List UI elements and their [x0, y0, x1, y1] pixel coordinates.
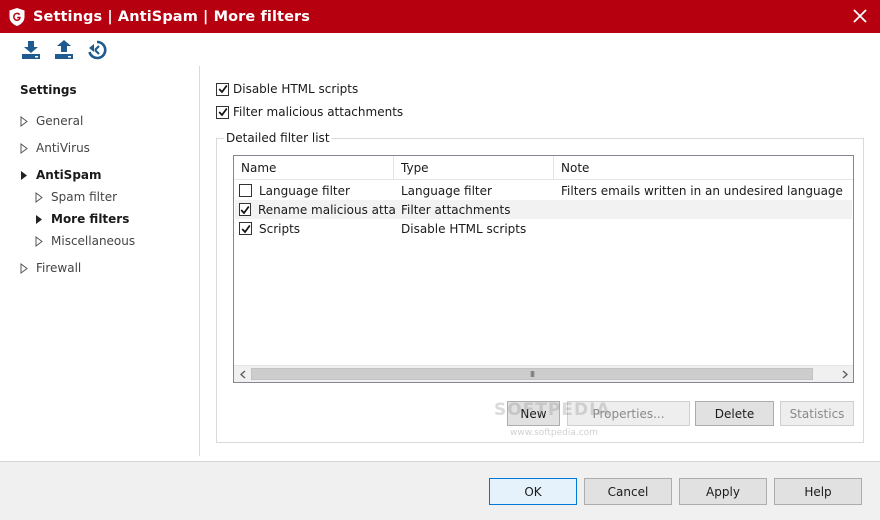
apply-button[interactable]: Apply [679, 478, 767, 505]
close-icon [853, 9, 867, 23]
sidebar-item-miscellaneous[interactable]: Miscellaneous [35, 234, 135, 248]
table-row[interactable]: Language filter Language filter Filters … [235, 181, 852, 200]
import-button[interactable] [19, 38, 43, 62]
checkmark-icon [241, 224, 250, 233]
checkmark-icon [218, 84, 227, 94]
row-checkbox[interactable] [239, 222, 252, 235]
row-name: Rename malicious attac... [258, 202, 395, 217]
sidebar-item-label: More filters [51, 212, 130, 226]
sidebar-item-general[interactable]: General [20, 114, 83, 128]
row-checkbox[interactable] [239, 203, 251, 216]
expand-arrow-icon [35, 235, 43, 247]
checkmark-icon [218, 107, 227, 117]
horizontal-scrollbar[interactable]: III [234, 365, 853, 382]
toolbar [0, 33, 880, 66]
checkmark-icon [240, 205, 250, 214]
export-button[interactable] [52, 38, 76, 62]
properties-button[interactable]: Properties... [567, 401, 690, 426]
checkbox-label: Disable HTML scripts [233, 82, 359, 96]
disable-html-scripts-checkbox[interactable]: Disable HTML scripts [216, 82, 358, 96]
statistics-button[interactable]: Statistics [780, 401, 854, 426]
dialog-footer: OK Cancel Apply Help [0, 461, 880, 520]
filter-list[interactable]: Name Type Note Language filter Language … [233, 155, 854, 383]
checkbox-label: Filter malicious attachments [233, 105, 404, 119]
scroll-right-button[interactable] [837, 367, 852, 381]
row-type: Language filter [401, 183, 492, 198]
row-note: Filters emails written in an undesired l… [561, 183, 843, 198]
column-header-name[interactable]: Name [234, 156, 394, 180]
row-type: Filter attachments [401, 202, 511, 217]
expand-arrow-icon [20, 262, 28, 274]
expanded-arrow-icon [21, 170, 27, 180]
sidebar-item-spam-filter[interactable]: Spam filter [35, 190, 117, 204]
expand-arrow-icon [35, 191, 43, 203]
sidebar-item-label: Miscellaneous [51, 234, 136, 248]
scroll-left-button[interactable] [235, 367, 250, 381]
import-icon [22, 40, 40, 59]
table-row[interactable]: Scripts Disable HTML scripts [235, 219, 852, 238]
chevron-right-icon [842, 369, 848, 379]
content-panel: Disable HTML scripts Filter malicious at… [201, 66, 880, 456]
gdata-logo-icon [9, 7, 25, 26]
checkbox-box [216, 82, 229, 96]
selected-arrow-icon [36, 214, 42, 224]
sidebar-item-antivirus[interactable]: AntiVirus [20, 141, 90, 155]
sidebar-item-label: General [36, 114, 84, 128]
export-icon [55, 39, 73, 59]
window-title: Settings | AntiSpam | More filters [33, 8, 311, 25]
restore-defaults-button[interactable] [85, 38, 109, 62]
settings-sidebar: Settings General AntiVirus AntiSpam Spam… [0, 66, 200, 456]
table-row[interactable]: Rename malicious attac... Filter attachm… [235, 200, 852, 219]
delete-button[interactable]: Delete [695, 401, 774, 426]
sidebar-item-label: AntiSpam [36, 168, 102, 182]
new-button[interactable]: New [507, 401, 560, 426]
title-bar: Settings | AntiSpam | More filters [0, 0, 880, 33]
column-header-note[interactable]: Note [554, 156, 853, 180]
column-header-type[interactable]: Type [394, 156, 554, 180]
group-label: Detailed filter list [224, 131, 332, 145]
ok-button[interactable]: OK [489, 478, 577, 505]
close-button[interactable] [850, 6, 870, 26]
checkbox-box [216, 105, 229, 119]
filter-malicious-attachments-checkbox[interactable]: Filter malicious attachments [216, 105, 403, 119]
row-name: Language filter [259, 183, 350, 198]
row-name: Scripts [259, 221, 301, 236]
sidebar-item-label: Firewall [36, 261, 82, 275]
row-checkbox[interactable] [239, 184, 252, 197]
cancel-button[interactable]: Cancel [584, 478, 672, 505]
sidebar-item-firewall[interactable]: Firewall [20, 261, 81, 275]
sidebar-item-label: AntiVirus [36, 141, 90, 155]
row-type: Disable HTML scripts [401, 221, 527, 236]
help-button[interactable]: Help [774, 478, 862, 505]
detailed-filter-list-group: Detailed filter list Name Type Note Lang… [216, 131, 864, 443]
scrollbar-grip: III [529, 369, 535, 379]
scrollbar-thumb[interactable]: III [251, 368, 813, 380]
chevron-left-icon [239, 369, 245, 379]
restore-defaults-icon [88, 40, 107, 59]
list-header: Name Type Note [234, 156, 853, 180]
sidebar-item-more-filters[interactable]: More filters [35, 212, 129, 226]
sidebar-item-label: Spam filter [51, 190, 118, 204]
expand-arrow-icon [20, 142, 28, 154]
sidebar-heading: Settings [20, 83, 77, 97]
expand-arrow-icon [20, 115, 28, 127]
sidebar-item-antispam[interactable]: AntiSpam [20, 168, 102, 182]
